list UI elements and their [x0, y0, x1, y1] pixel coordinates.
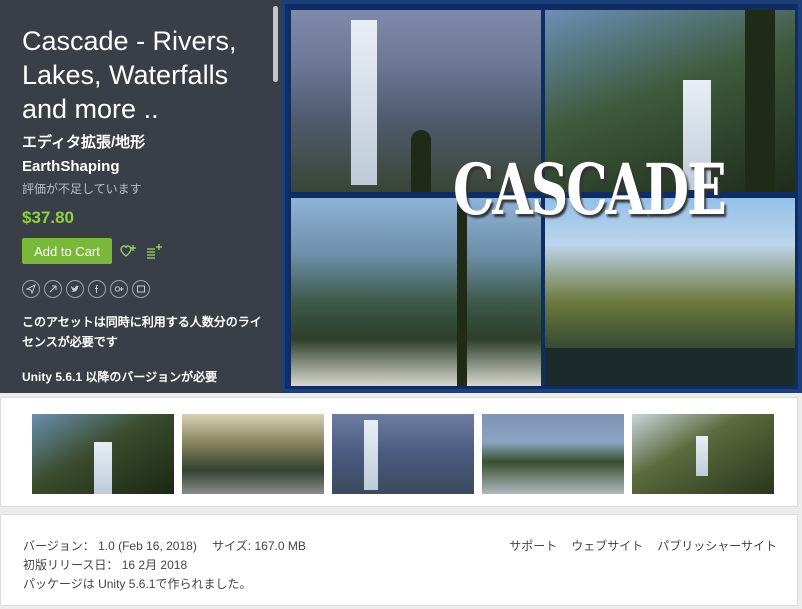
waterfall-shape [364, 420, 378, 490]
thumbnail-2[interactable] [182, 414, 324, 494]
website-link[interactable]: ウェブサイト [571, 537, 643, 554]
package-details: バージョン： 1.0 (Feb 16, 2018) サイズ: 167.0 MB … [0, 514, 798, 606]
lake-shape [545, 348, 795, 386]
support-links: サポート ウェブサイト パブリッシャーサイト [495, 537, 777, 554]
wishlist-add-icon[interactable] [118, 241, 138, 261]
circle-arrow-icon[interactable] [44, 280, 62, 298]
publisher-link[interactable]: EarthShaping [22, 158, 270, 175]
support-link[interactable]: サポート [509, 537, 557, 554]
package-info: バージョン： 1.0 (Feb 16, 2018) サイズ: 167.0 MB … [23, 537, 306, 594]
license-notice: このアセットは同時に利用する人数分のライセンスが必要です [22, 315, 262, 349]
publisher-site-link[interactable]: パブリッシャーサイト [657, 537, 777, 554]
add-to-cart-button[interactable]: Add to Cart [22, 238, 112, 264]
thumbnail-5[interactable] [632, 414, 774, 494]
product-title: Cascade - Rivers, Lakes, Waterfalls and … [22, 26, 237, 124]
scrollbar-thumb[interactable] [273, 6, 278, 82]
unity-version-requirement: Unity 5.6.1 以降のバージョンが必要 [22, 370, 218, 384]
product-info-panel: Cascade - Rivers, Lakes, Waterfalls and … [0, 0, 281, 393]
product-price: $37.80 [22, 208, 74, 227]
collection-add-icon[interactable] [144, 241, 164, 261]
cascade-logo: CASCADE [453, 149, 727, 232]
info-scrollbar[interactable] [269, 0, 281, 393]
release-date: 初版リリース日： 16 2月 2018 [23, 558, 188, 572]
googleplus-icon[interactable] [110, 280, 128, 298]
product-category-link[interactable]: エディタ拡張/地形 [22, 131, 270, 152]
cart-actions: Add to Cart [22, 238, 270, 264]
share-icon[interactable] [22, 280, 40, 298]
waterfall-shape [351, 20, 377, 185]
package-unity-version: パッケージは Unity 5.6.1で作られました。 [23, 577, 252, 591]
screenshot-thumbnails [0, 397, 798, 507]
facebook-icon[interactable] [88, 280, 106, 298]
version-size: バージョン： 1.0 (Feb 16, 2018) サイズ: 167.0 MB [23, 539, 306, 553]
hero-collage: CASCADE [285, 4, 798, 389]
thumbnail-3[interactable] [332, 414, 474, 494]
waterfall-shape [696, 436, 708, 476]
asset-store-page: Cascade - Rivers, Lakes, Waterfalls and … [0, 0, 802, 609]
hero-image[interactable]: CASCADE [281, 0, 802, 393]
waterfall-shape [94, 442, 112, 494]
product-info-content: Cascade - Rivers, Lakes, Waterfalls and … [22, 24, 270, 385]
thumbnail-1[interactable] [32, 414, 174, 494]
rating-status: 評価が不足しています [22, 182, 142, 196]
tree-shape [411, 130, 431, 192]
embed-icon[interactable] [132, 280, 150, 298]
thumbnail-4[interactable] [482, 414, 624, 494]
tree-shape [745, 10, 775, 192]
share-buttons [22, 280, 270, 298]
twitter-icon[interactable] [66, 280, 84, 298]
